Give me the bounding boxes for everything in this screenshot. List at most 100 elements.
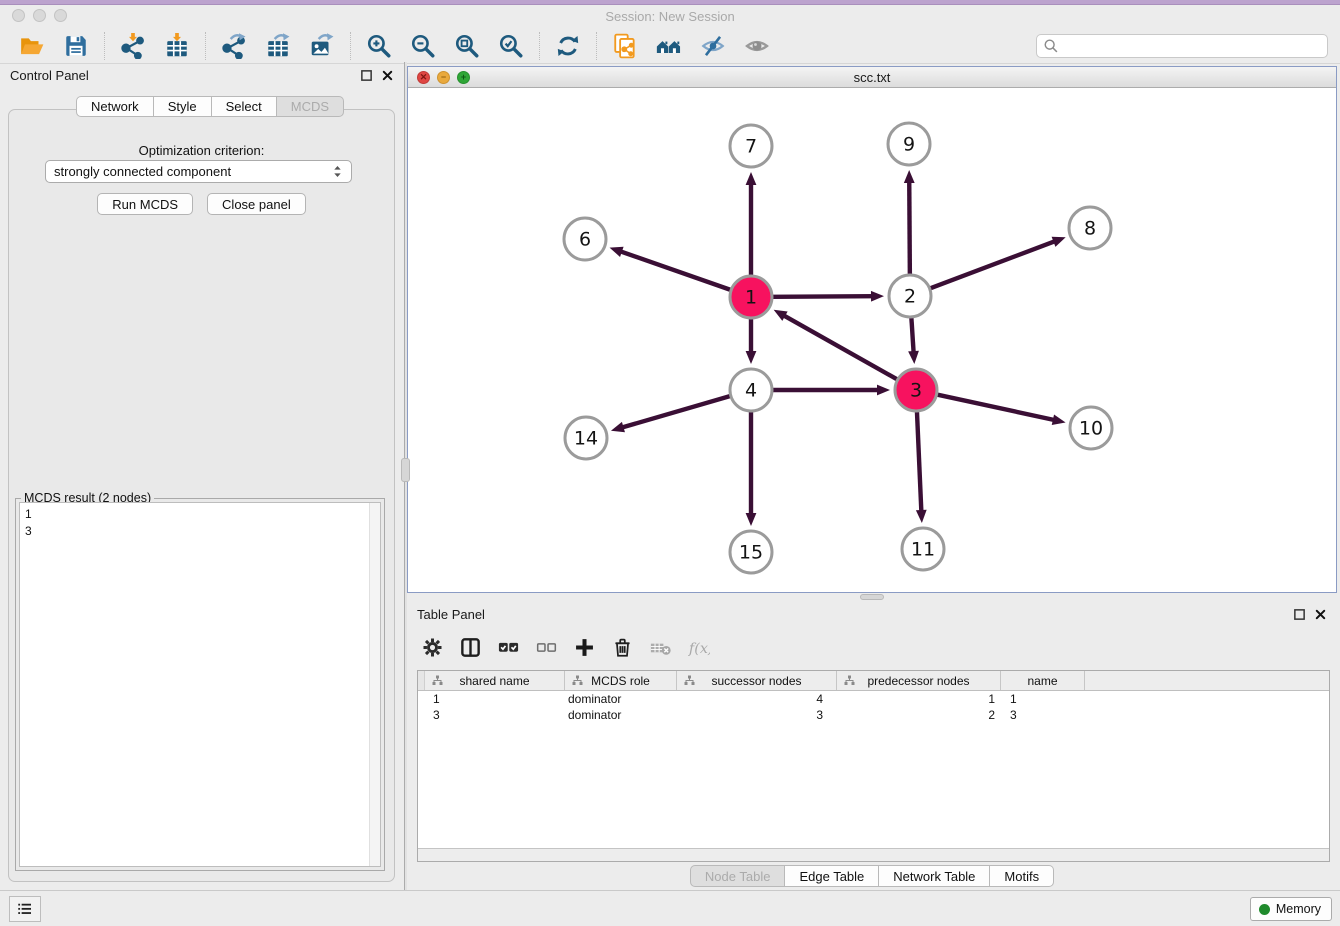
edge-3-1[interactable] — [783, 315, 897, 379]
close-table-panel-icon[interactable] — [1314, 608, 1327, 621]
zoom-selected-icon[interactable] — [496, 31, 526, 61]
column-type-icon — [432, 675, 443, 686]
close-network-icon[interactable]: ✕ — [417, 71, 430, 84]
deselect-all-icon[interactable] — [531, 632, 561, 662]
table-panel: Table Panel f(x) shared nameMCDS rolesuc… — [407, 601, 1337, 890]
node-6-label: 6 — [579, 229, 591, 251]
node-1-label: 1 — [745, 287, 757, 309]
cell[interactable]: 4 — [677, 691, 837, 707]
zoom-in-icon[interactable] — [364, 31, 394, 61]
row-gutter — [418, 671, 425, 690]
cell[interactable]: dominator — [565, 691, 677, 707]
minimize-network-icon[interactable]: − — [437, 71, 450, 84]
result-scrollbar[interactable] — [369, 503, 380, 866]
cell[interactable]: dominator — [565, 707, 677, 723]
row-gutter — [418, 707, 425, 723]
cell[interactable]: 1 — [1001, 691, 1085, 707]
neighbors-icon[interactable] — [654, 31, 684, 61]
import-table-icon[interactable] — [162, 31, 192, 61]
edge-3-10[interactable] — [937, 395, 1054, 420]
column-header-name[interactable]: name — [1001, 671, 1085, 690]
export-table-icon[interactable] — [263, 31, 293, 61]
select-all-icon[interactable] — [493, 632, 523, 662]
import-network-icon[interactable] — [118, 31, 148, 61]
apply-layout-icon[interactable] — [553, 31, 583, 61]
vertical-splitter-handle[interactable] — [401, 458, 410, 482]
zoom-out-icon[interactable] — [408, 31, 438, 61]
tab-node-table[interactable]: Node Table — [690, 865, 786, 887]
column-header-predecessor-nodes[interactable]: predecessor nodes — [837, 671, 1001, 690]
mcds-result-text[interactable]: 1 3 — [20, 503, 369, 866]
memory-button[interactable]: Memory — [1250, 897, 1332, 921]
tab-select[interactable]: Select — [212, 96, 277, 117]
edge-2-3[interactable] — [911, 318, 913, 353]
cell[interactable]: 3 — [425, 707, 565, 723]
edge-4-14[interactable] — [622, 396, 730, 428]
run-mcds-button[interactable]: Run MCDS — [97, 193, 193, 215]
edge-4-3-arrow — [877, 385, 890, 396]
maximize-network-icon[interactable]: + — [457, 71, 470, 84]
task-history-button[interactable] — [9, 896, 41, 922]
optimization-criterion-label: Optimization criterion: — [9, 143, 394, 158]
float-panel-icon[interactable] — [360, 69, 373, 82]
right-column: ✕ − + scc.txt 7968124314101511 Table Pan… — [407, 62, 1340, 890]
column-header-MCDS-role[interactable]: MCDS role — [565, 671, 677, 690]
close-window-icon[interactable] — [12, 9, 25, 22]
edge-2-8[interactable] — [931, 241, 1056, 288]
table-row-1[interactable]: 1dominator411 — [418, 691, 1329, 707]
network-window-controls[interactable]: ✕ − + — [417, 71, 470, 84]
zoom-fit-icon[interactable] — [452, 31, 482, 61]
zoom-window-icon[interactable] — [54, 9, 67, 22]
edge-1-2[interactable] — [773, 296, 873, 297]
search-box[interactable] — [1036, 34, 1328, 58]
show-graphics-details-icon[interactable] — [742, 31, 772, 61]
horizontal-splitter[interactable] — [407, 593, 1337, 601]
cell[interactable]: 1 — [837, 691, 1001, 707]
tab-edge-table[interactable]: Edge Table — [785, 865, 879, 887]
cell[interactable]: 1 — [425, 691, 565, 707]
row-gutter — [418, 691, 425, 707]
optimization-criterion-select[interactable]: strongly connected component — [45, 160, 352, 183]
close-panel-icon[interactable] — [381, 69, 394, 82]
control-panel-tabs: NetworkStyleSelectMCDS — [76, 96, 344, 117]
float-table-panel-icon[interactable] — [1293, 608, 1306, 621]
gear-icon[interactable] — [417, 632, 447, 662]
horizontal-splitter-handle[interactable] — [860, 594, 884, 600]
open-folder-icon[interactable] — [17, 31, 47, 61]
edge-3-11[interactable] — [917, 412, 921, 512]
close-panel-button[interactable]: Close panel — [207, 193, 306, 215]
tab-motifs[interactable]: Motifs — [990, 865, 1054, 887]
edge-2-9[interactable] — [909, 181, 910, 274]
columns-icon[interactable] — [455, 632, 485, 662]
add-column-icon[interactable] — [569, 632, 599, 662]
save-session-icon[interactable] — [61, 31, 91, 61]
edge-4-15-arrow — [746, 513, 757, 526]
network-from-selection-icon[interactable] — [610, 31, 640, 61]
hide-graphics-details-icon[interactable] — [698, 31, 728, 61]
cell[interactable]: 2 — [837, 707, 1001, 723]
column-header-shared-name[interactable]: shared name — [425, 671, 565, 690]
tab-style[interactable]: Style — [154, 96, 212, 117]
export-image-icon[interactable] — [307, 31, 337, 61]
edge-1-2-arrow — [871, 291, 884, 302]
edge-1-7-arrow — [746, 172, 757, 185]
window-controls[interactable] — [12, 9, 67, 22]
minimize-window-icon[interactable] — [33, 9, 46, 22]
export-network-icon[interactable] — [219, 31, 249, 61]
delete-columns-icon[interactable] — [607, 632, 637, 662]
edge-1-6-arrow — [610, 247, 624, 257]
column-header-successor-nodes[interactable]: successor nodes — [677, 671, 837, 690]
edge-1-6[interactable] — [620, 251, 730, 290]
tab-mcds[interactable]: MCDS — [277, 96, 344, 117]
tab-network[interactable]: Network — [76, 96, 154, 117]
node-15-label: 15 — [739, 542, 763, 564]
table-horizontal-scrollbar[interactable] — [418, 848, 1329, 861]
cell[interactable]: 3 — [677, 707, 837, 723]
node-8-label: 8 — [1084, 218, 1096, 240]
search-input[interactable] — [1059, 36, 1321, 56]
tab-network-table[interactable]: Network Table — [879, 865, 990, 887]
mcds-result-box: MCDS result (2 nodes) 1 3 — [15, 498, 385, 871]
network-canvas[interactable]: 7968124314101511 — [408, 88, 1336, 592]
cell[interactable]: 3 — [1001, 707, 1085, 723]
table-row-2[interactable]: 3dominator323 — [418, 707, 1329, 723]
